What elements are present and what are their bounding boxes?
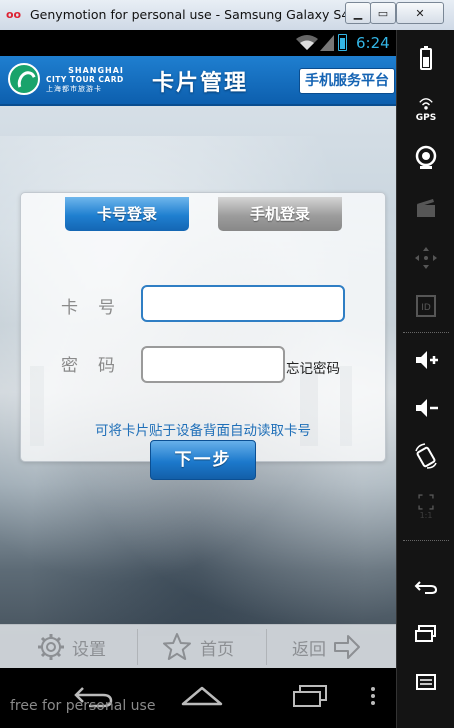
- bottom-tab-bar: 设置 首页 返回: [0, 624, 396, 668]
- clapperboard-icon: [417, 199, 435, 217]
- rotate-device-icon: [415, 443, 437, 469]
- next-button[interactable]: 下一步: [150, 440, 256, 480]
- panel-divider: [403, 540, 449, 541]
- password-input[interactable]: [141, 346, 285, 383]
- status-bar: 6:24: [0, 30, 396, 56]
- zoom-ratio-label: 1:1: [419, 510, 433, 520]
- volume-up-button[interactable]: [397, 338, 454, 382]
- rotate-button[interactable]: [397, 434, 454, 478]
- back-tab[interactable]: 返回: [292, 625, 362, 668]
- maximize-button[interactable]: ▭: [370, 2, 396, 24]
- recent-apps-icon: [415, 625, 436, 642]
- nav-recent-apps-button[interactable]: [280, 678, 340, 714]
- svg-text:ID: ID: [421, 303, 431, 313]
- window-titlebar: oo Genymotion for personal use - Samsung…: [0, 0, 454, 31]
- wifi-icon: [296, 35, 318, 50]
- battery-icon: [420, 46, 432, 70]
- gear-icon: [38, 634, 64, 660]
- forgot-password-link[interactable]: 忘记密码: [286, 357, 340, 377]
- id-card-icon: ID: [416, 295, 436, 317]
- arrow-right-icon: [334, 635, 360, 659]
- battery-widget-button[interactable]: [397, 36, 454, 80]
- menu-icon: [416, 674, 436, 690]
- card-number-label: 卡号: [61, 298, 135, 318]
- nav-home-button[interactable]: [172, 678, 232, 714]
- settings-tab[interactable]: 设置: [36, 625, 106, 668]
- nfc-hint-text: 可将卡片贴于设备背面自动读取卡号: [95, 423, 311, 439]
- status-time: 6:24: [356, 34, 390, 52]
- tab-card-login[interactable]: 卡号登录: [65, 197, 189, 231]
- overflow-menu-icon: [371, 687, 375, 705]
- gps-widget-button[interactable]: GPS: [397, 86, 454, 130]
- emulator-side-panel: GPS ID 1:1: [396, 30, 454, 728]
- back-icon: [414, 581, 438, 594]
- remote-control-button[interactable]: [397, 236, 454, 280]
- tab-divider: [137, 629, 138, 665]
- pixel-perfect-button[interactable]: 1:1: [397, 484, 454, 528]
- volume-down-button[interactable]: [397, 386, 454, 430]
- nav-menu-button[interactable]: [360, 678, 386, 714]
- panel-divider: [403, 332, 449, 333]
- android-back-button[interactable]: [397, 564, 454, 608]
- volume-up-icon: [416, 351, 438, 369]
- password-label: 密码: [61, 356, 135, 376]
- mobile-service-platform-badge: 手机服务平台: [299, 68, 395, 94]
- zoom-frame-icon: [418, 493, 434, 510]
- close-button[interactable]: ✕: [396, 2, 444, 24]
- window-title: Genymotion for personal use - Samsung Ga…: [30, 7, 374, 22]
- minimize-button[interactable]: ▁: [345, 2, 371, 24]
- webcam-icon: [415, 145, 437, 169]
- brand-line-1: SHANGHAI: [68, 66, 124, 75]
- home-tab[interactable]: 首页: [162, 625, 234, 668]
- genymotion-icon: oo: [6, 8, 22, 21]
- brand-line-2: CITY TOUR CARD: [46, 75, 124, 84]
- android-recent-button[interactable]: [397, 612, 454, 656]
- login-panel: 卡号登录 手机登录 卡号 密码 忘记密码 可将卡片贴于设备背面自动读取卡号: [20, 192, 386, 462]
- volume-down-icon: [416, 399, 438, 417]
- brand-text: SHANGHAI CITY TOUR CARD 上海都市旅游卡: [46, 66, 146, 94]
- card-number-input[interactable]: [141, 285, 345, 322]
- brand-line-3: 上海都市旅游卡: [46, 85, 102, 93]
- settings-label: 设置: [72, 639, 106, 660]
- app-header: SHANGHAI CITY TOUR CARD 上海都市旅游卡 卡片管理 手机服…: [0, 56, 396, 106]
- dpad-icon: [415, 247, 437, 269]
- capture-widget-button[interactable]: [397, 186, 454, 230]
- watermark-text: free for personal use: [10, 698, 156, 714]
- page-title: 卡片管理: [152, 71, 249, 96]
- tab-divider: [266, 629, 267, 665]
- gps-label: GPS: [415, 112, 437, 123]
- device-id-button[interactable]: ID: [397, 284, 454, 328]
- tab-phone-login[interactable]: 手机登录: [218, 197, 342, 231]
- gps-signal-icon: [419, 97, 433, 110]
- home-outline-icon: [181, 686, 223, 706]
- star-icon: [163, 633, 191, 660]
- camera-widget-button[interactable]: [397, 136, 454, 180]
- home-label: 首页: [200, 639, 234, 660]
- signal-icon: [320, 35, 334, 51]
- app-screen: SHANGHAI CITY TOUR CARD 上海都市旅游卡 卡片管理 手机服…: [0, 56, 396, 668]
- recent-apps-icon: [293, 685, 327, 707]
- battery-icon: [338, 34, 347, 51]
- city-tour-card-logo-icon: [8, 63, 40, 95]
- back-label: 返回: [292, 639, 326, 660]
- android-menu-button[interactable]: [397, 660, 454, 704]
